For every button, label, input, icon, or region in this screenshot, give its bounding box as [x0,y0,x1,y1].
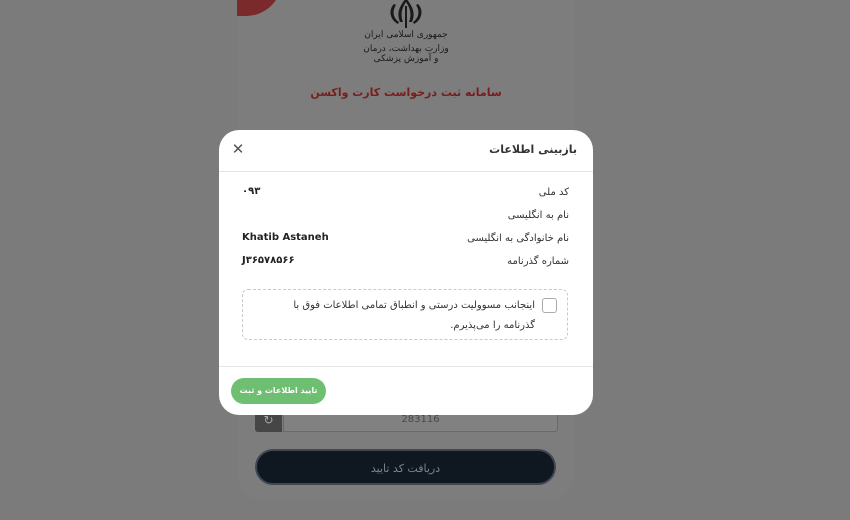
emblem-icon [390,0,422,28]
ministry-name-line2: وزارت بهداشت، درمان و آموزش پزشکی [363,44,449,64]
submit-button[interactable]: تایید اطلاعات و ثبت [231,378,326,404]
passport-number-value: J۳۶۵۷۸۵۶۶ [242,255,295,266]
modal-header: بازبینی اطلاعات ✕ [219,130,593,172]
review-modal: بازبینی اطلاعات ✕ کد ملی ۰۹۳ نام به انگل… [219,130,593,415]
confirmation-box: اینجانب مسوولیت درستی و انطباق تمامی اطل… [242,289,568,340]
ministry-name-line1: جمهوری اسلامی ایران [364,30,448,40]
modal-title: بازبینی اطلاعات [489,143,577,156]
footer-divider [219,366,593,367]
confirm-checkbox[interactable] [542,298,557,313]
confirmation-text: اینجانب مسوولیت درستی و انطباق تمامی اطل… [293,300,535,331]
english-lastname-value: Khatib Astaneh [242,232,329,243]
system-title: سامانه ثبت درخواست کارت واکسن [310,86,502,99]
national-code-value: ۰۹۳ [242,186,261,197]
passport-number-label: شماره گذرنامه [507,256,569,267]
english-name-label: نام به انگلیسی [507,210,569,221]
close-icon[interactable]: ✕ [231,141,245,157]
national-code-label: کد ملی [538,187,569,198]
english-lastname-label: نام خانوادگی به انگلیسی [467,233,569,244]
get-code-button[interactable]: دریافت کد تایید [255,449,556,485]
